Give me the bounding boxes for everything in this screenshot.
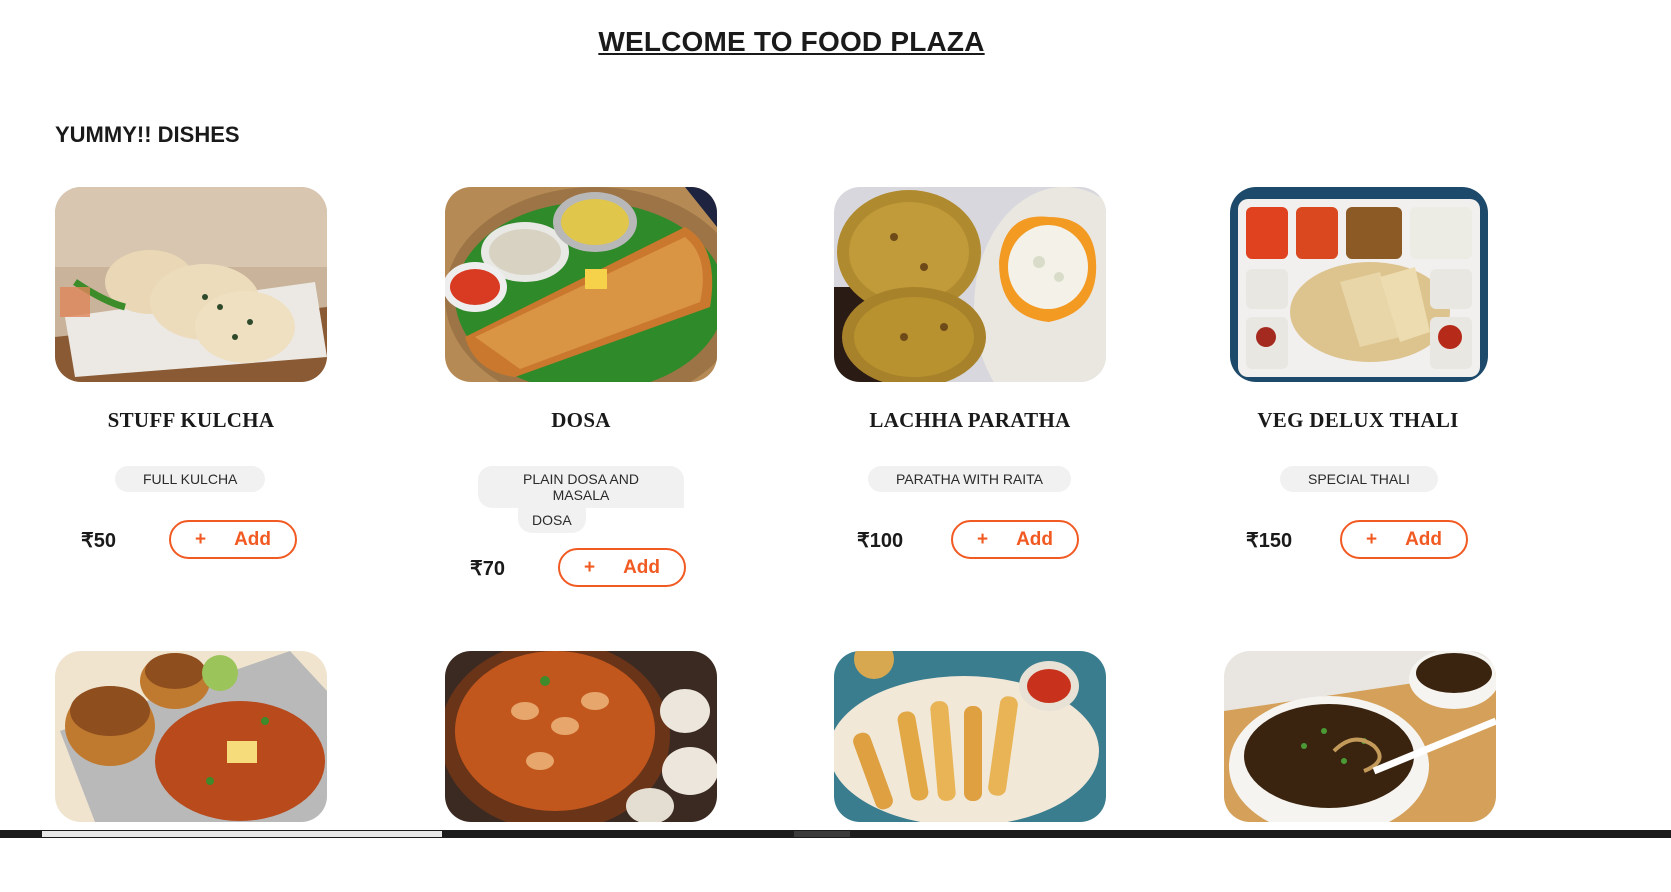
dish-name: DOSA xyxy=(551,408,611,432)
dish-image-lachha-paratha xyxy=(834,187,1106,382)
add-button[interactable]: + Add xyxy=(169,520,297,559)
dish-price: ₹70 xyxy=(470,558,505,580)
spring-rolls-image xyxy=(834,651,1106,822)
mushroom-curry-image xyxy=(445,651,717,822)
add-button[interactable]: + Add xyxy=(1340,520,1468,559)
add-label: Add xyxy=(1016,528,1054,550)
dish-price: ₹50 xyxy=(81,530,116,552)
add-label: Add xyxy=(1405,528,1443,550)
section-title: YUMMY!! DISHES xyxy=(55,122,240,147)
add-label: Add xyxy=(623,556,661,578)
add-button[interactable]: + Add xyxy=(951,520,1079,559)
plus-icon: + xyxy=(976,528,989,550)
dish-description-tag: PARATHA WITH RAITA xyxy=(868,466,1072,492)
dish-price: ₹100 xyxy=(857,530,904,552)
horizontal-scrollbar[interactable] xyxy=(0,830,1671,838)
scrollbar-segment xyxy=(794,831,850,837)
pav-bhaji-image xyxy=(55,651,327,822)
add-label: Add xyxy=(234,528,272,550)
dish-description-tag: PLAIN DOSA AND MASALA DOSA xyxy=(478,466,684,533)
plus-icon: + xyxy=(583,556,596,578)
dish-image-veg-delux-thali xyxy=(1230,187,1488,382)
scrollbar-thumb[interactable] xyxy=(42,831,442,837)
plus-icon: + xyxy=(1365,528,1378,550)
dish-name: STUFF KULCHA xyxy=(107,408,275,432)
dish-image-stuff-kulcha xyxy=(55,187,327,382)
page-title: WELCOME TO FOOD PLAZA xyxy=(598,26,985,57)
dish-description-tag: FULL KULCHA xyxy=(115,466,266,492)
dish-name: LACHHA PARATHA xyxy=(869,408,1071,432)
add-button[interactable]: + Add xyxy=(558,548,686,587)
dish-description-tag: SPECIAL THALI xyxy=(1280,466,1438,492)
dish-price: ₹150 xyxy=(1246,530,1293,552)
plus-icon: + xyxy=(194,528,207,550)
dish-image-dosa xyxy=(445,187,717,382)
soup-image xyxy=(1224,651,1496,822)
dish-name: VEG DELUX THALI xyxy=(1257,408,1459,432)
